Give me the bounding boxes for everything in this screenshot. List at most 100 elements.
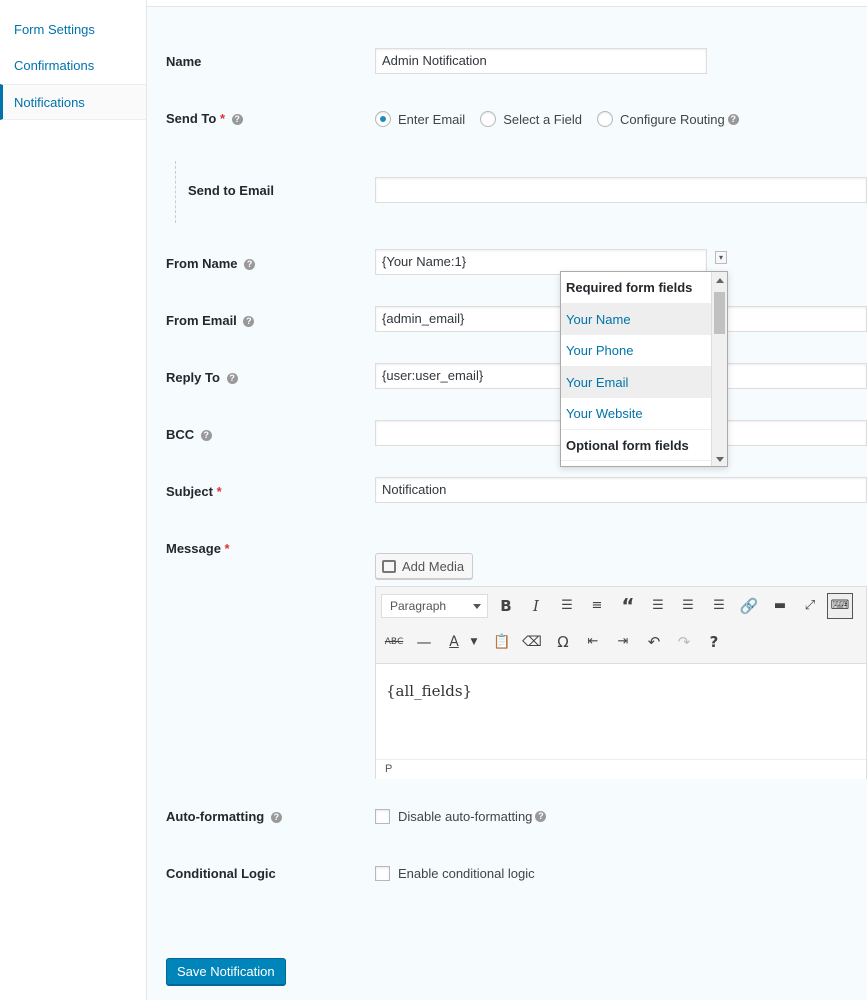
send-to-radio-group: Enter Email Select a Field Configure Rou… bbox=[375, 111, 754, 127]
from-email-label-text: From Email bbox=[166, 313, 237, 328]
help-icon[interactable]: ? bbox=[270, 812, 282, 824]
radio-configure-routing[interactable]: Configure Routing ? bbox=[596, 111, 739, 127]
align-left-icon[interactable]: ☰ bbox=[645, 593, 671, 619]
send-to-email-label: Send to Email bbox=[188, 183, 274, 198]
send-to-label-text: Send To bbox=[166, 111, 217, 126]
chevron-down-icon bbox=[473, 604, 481, 609]
sidebar-item-notifications[interactable]: Notifications bbox=[0, 84, 146, 120]
redo-icon[interactable]: ↷ bbox=[671, 629, 697, 655]
from-name-label-text: From Name bbox=[166, 256, 238, 271]
save-notification-button[interactable]: Save Notification bbox=[166, 958, 286, 985]
send-to-email-input[interactable] bbox=[375, 177, 867, 203]
help-icon[interactable]: ? bbox=[244, 259, 256, 271]
special-character-icon[interactable]: Ω bbox=[550, 629, 576, 655]
reply-to-label-text: Reply To bbox=[166, 370, 220, 385]
fullscreen-icon[interactable]: ⤢ bbox=[797, 593, 823, 619]
dropdown-group-header: Required form fields bbox=[561, 272, 712, 304]
subject-label-text: Subject bbox=[166, 484, 213, 499]
help-icon[interactable]: ? bbox=[226, 373, 238, 385]
radio-enter-email[interactable]: Enter Email bbox=[375, 111, 465, 127]
chevron-down-icon[interactable]: ▼ bbox=[461, 629, 487, 655]
help-icon[interactable]: ? bbox=[727, 113, 739, 125]
format-select[interactable]: Paragraph bbox=[381, 594, 488, 618]
sidebar-item-form-settings[interactable]: Form Settings bbox=[0, 12, 146, 48]
message-label-text: Message bbox=[166, 541, 221, 556]
dropdown-option[interactable]: Your Name bbox=[561, 303, 712, 335]
strikethrough-icon[interactable]: ABC bbox=[381, 629, 407, 655]
help-icon[interactable]: ? bbox=[535, 811, 547, 822]
add-media-button[interactable]: Add Media bbox=[375, 553, 474, 579]
bcc-label-text: BCC bbox=[166, 427, 195, 442]
help-icon[interactable]: ? bbox=[231, 114, 243, 126]
name-label: Name bbox=[166, 54, 202, 69]
name-input[interactable]: Admin Notification bbox=[375, 48, 707, 74]
disable-auto-formatting-row[interactable]: Disable auto-formatting ? bbox=[375, 809, 547, 824]
sidebar-item-confirmations[interactable]: Confirmations bbox=[0, 48, 146, 84]
dropdown-option[interactable]: Your Phone bbox=[561, 335, 712, 367]
toolbar-toggle-icon[interactable]: ⌨ bbox=[827, 593, 853, 619]
notification-settings-panel: Name Admin Notification Send To * ? Ente… bbox=[147, 6, 867, 1000]
send-to-label: Send To * ? bbox=[166, 111, 243, 126]
required-asterisk: * bbox=[224, 541, 230, 556]
radio-label: Select a Field bbox=[503, 111, 582, 127]
clear-formatting-icon[interactable]: ⌫ bbox=[519, 629, 545, 655]
enable-conditional-logic-label: Enable conditional logic bbox=[398, 866, 535, 881]
radio-button[interactable] bbox=[480, 111, 497, 127]
disable-auto-formatting-label: Disable auto-formatting bbox=[398, 809, 533, 824]
radio-label: Configure Routing bbox=[619, 111, 725, 127]
blockquote-icon[interactable]: “ bbox=[615, 593, 641, 619]
auto-formatting-label-text: Auto-formatting bbox=[166, 809, 265, 824]
radio-select-field[interactable]: Select a Field bbox=[480, 111, 582, 127]
reply-to-label: Reply To ? bbox=[166, 370, 238, 385]
enable-conditional-logic-checkbox[interactable] bbox=[375, 866, 390, 881]
format-select-value: Paragraph bbox=[390, 599, 447, 613]
numbered-list-icon[interactable]: ≡ bbox=[584, 593, 610, 619]
required-asterisk: * bbox=[216, 484, 222, 499]
required-asterisk: * bbox=[219, 111, 225, 126]
send-to-email-indent bbox=[175, 161, 177, 223]
italic-icon[interactable]: I bbox=[523, 593, 549, 619]
dropdown-scrollbar[interactable] bbox=[711, 272, 727, 466]
editor-toolbar: Paragraph B I ☰ ≡ “ ☰ ☰ ☰ 🔗 ▬ ⤢ ⌨ ABC — … bbox=[376, 587, 866, 664]
bcc-label: BCC ? bbox=[166, 427, 212, 442]
align-right-icon[interactable]: ☰ bbox=[706, 593, 732, 619]
radio-button[interactable] bbox=[375, 111, 391, 127]
radio-label: Enter Email bbox=[398, 111, 466, 127]
media-icon bbox=[382, 559, 396, 573]
indent-icon[interactable]: ⇥ bbox=[610, 629, 636, 655]
settings-sidebar: Form Settings Confirmations Notification… bbox=[0, 0, 147, 1000]
subject-label: Subject * bbox=[166, 484, 222, 499]
from-email-label: From Email ? bbox=[166, 313, 255, 328]
paste-text-icon[interactable]: 📋 bbox=[489, 629, 515, 655]
bullet-list-icon[interactable]: ☰ bbox=[554, 593, 580, 619]
bold-icon[interactable]: B bbox=[493, 593, 519, 619]
auto-formatting-label: Auto-formatting ? bbox=[166, 809, 282, 824]
help-icon[interactable]: ? bbox=[701, 629, 727, 655]
undo-icon[interactable]: ↶ bbox=[641, 629, 667, 655]
scroll-up-icon[interactable] bbox=[716, 278, 724, 283]
dropdown-option[interactable]: Your Website bbox=[561, 398, 712, 430]
enable-conditional-logic-row[interactable]: Enable conditional logic bbox=[375, 866, 535, 881]
editor-content[interactable]: {all_fields} bbox=[376, 664, 866, 759]
dropdown-option[interactable]: Your Email bbox=[561, 366, 712, 398]
help-icon[interactable]: ? bbox=[243, 316, 255, 328]
subject-input[interactable]: Notification bbox=[375, 477, 867, 503]
message-label: Message * bbox=[166, 541, 230, 556]
editor-status-path: P bbox=[376, 759, 866, 779]
from-name-label: From Name ? bbox=[166, 256, 256, 271]
message-editor: Paragraph B I ☰ ≡ “ ☰ ☰ ☰ 🔗 ▬ ⤢ ⌨ ABC — … bbox=[375, 586, 867, 779]
radio-button[interactable] bbox=[596, 111, 613, 127]
add-media-label: Add Media bbox=[402, 558, 465, 574]
read-more-icon[interactable]: ▬ bbox=[767, 593, 793, 619]
scrollbar-thumb[interactable] bbox=[714, 292, 725, 334]
help-icon[interactable]: ? bbox=[200, 430, 212, 442]
align-center-icon[interactable]: ☰ bbox=[675, 593, 701, 619]
link-icon[interactable]: 🔗 bbox=[736, 593, 762, 619]
merge-tag-dropdown: Required form fields Your Name Your Phon… bbox=[560, 271, 728, 467]
horizontal-line-icon[interactable]: — bbox=[411, 629, 437, 655]
merge-tag-button[interactable]: ▾ bbox=[715, 251, 727, 264]
conditional-logic-label: Conditional Logic bbox=[166, 866, 276, 881]
disable-auto-formatting-checkbox[interactable] bbox=[375, 809, 390, 824]
outdent-icon[interactable]: ⇤ bbox=[580, 629, 606, 655]
scroll-down-icon[interactable] bbox=[716, 457, 724, 462]
